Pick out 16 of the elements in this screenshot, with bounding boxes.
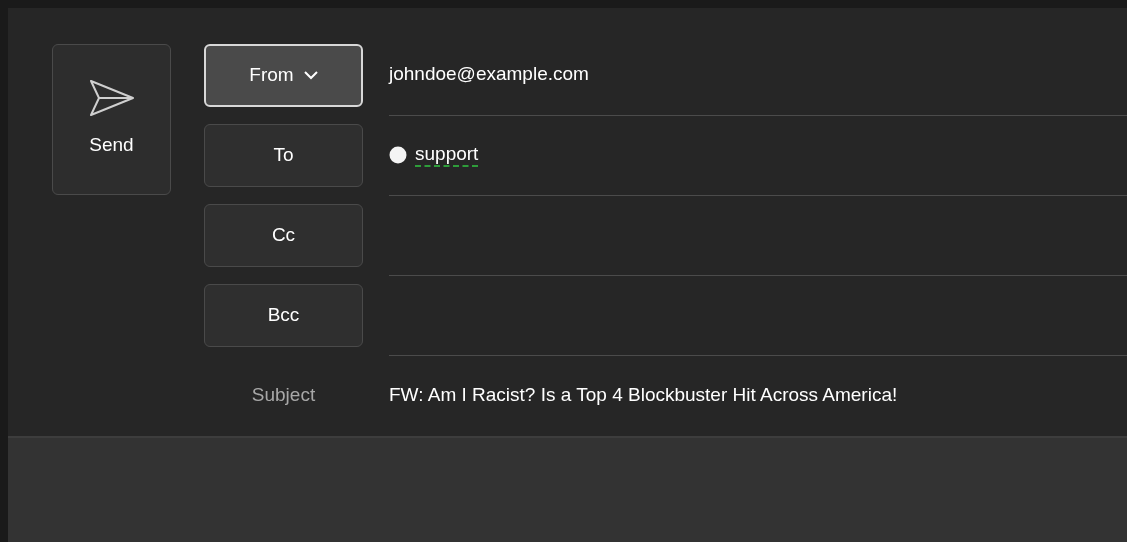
address-label-button[interactable]: Cc	[204, 203, 363, 267]
status-dot-icon	[389, 145, 407, 164]
address-label-button[interactable]: From	[204, 43, 363, 107]
subject-field[interactable]: FW: Am I Racist? Is a Top 4 Blockbuster Hit Across America!	[389, 356, 1127, 436]
field-value: FW: Am I Racist? Is a Top 4 Blockbuster Hit Across America!	[389, 382, 898, 407]
address-label-button[interactable]: To	[204, 123, 363, 187]
message-body[interactable]	[8, 436, 1127, 542]
send-icon	[88, 79, 135, 118]
address-field[interactable]: johndoe@example.com	[389, 36, 1127, 116]
address-field[interactable]: support	[389, 116, 1127, 196]
field-value: johndoe@example.com	[389, 62, 589, 87]
chevron-down-icon	[303, 70, 318, 80]
send-button[interactable]: Send	[52, 44, 171, 195]
address-label-button[interactable]: Bcc	[204, 283, 363, 347]
recipient-name[interactable]: support	[415, 140, 479, 169]
subject-label: Subject	[250, 382, 317, 407]
